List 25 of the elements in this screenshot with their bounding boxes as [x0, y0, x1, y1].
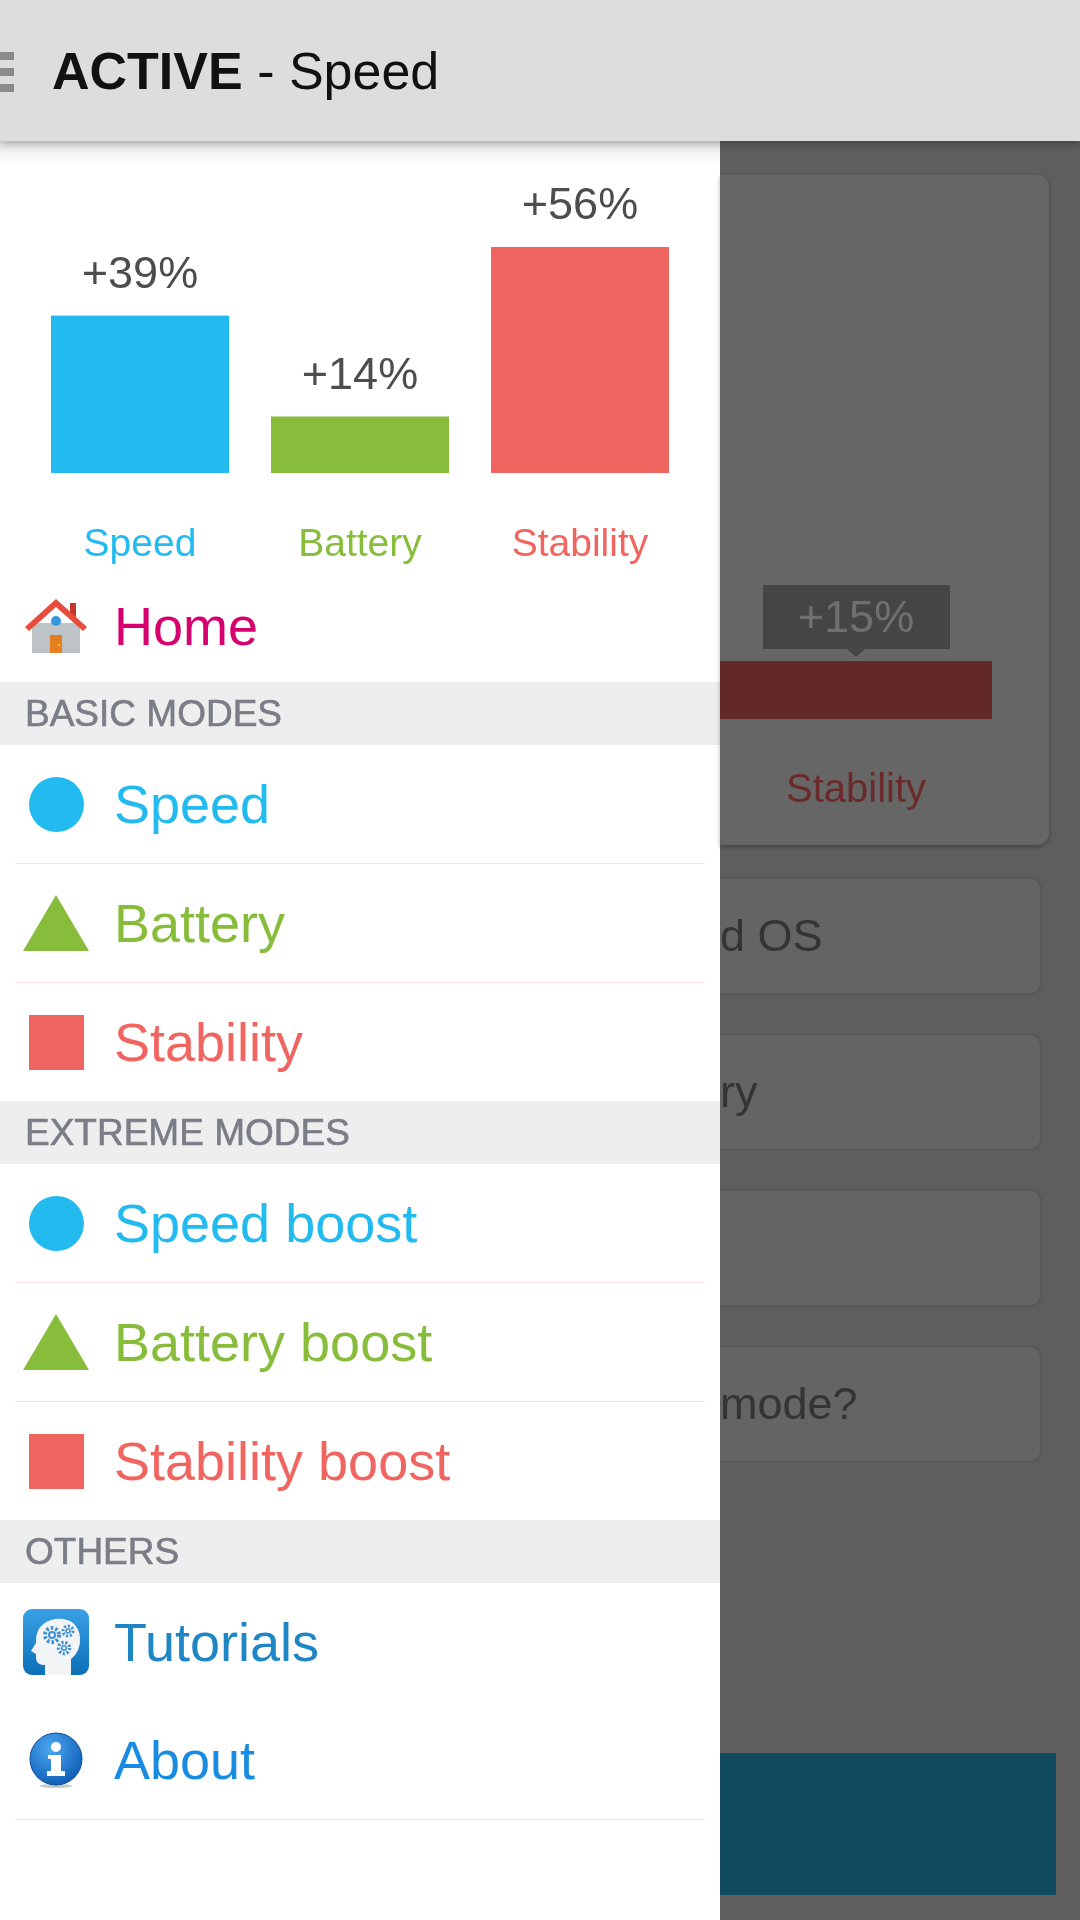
category-label: Stability — [785, 765, 927, 812]
menu-item[interactable]: Tutorials — [0, 1583, 720, 1701]
menu-item[interactable]: Speed — [0, 745, 720, 863]
category-label: Battery — [298, 521, 422, 564]
bar-value-label: +56% — [521, 178, 639, 229]
bar-value-label: +39% — [81, 246, 199, 298]
category-label: Stability — [511, 521, 649, 564]
menu-item[interactable]: Home — [0, 570, 720, 682]
section-header: OTHERS — [0, 1520, 720, 1583]
menu-item[interactable]: Stability boost — [0, 1402, 720, 1520]
section-header: EXTREME MODES — [0, 1101, 720, 1164]
bar-value-label: +14% — [301, 347, 419, 399]
screen-title: ACTIVE - Speed — [52, 40, 440, 101]
menu-item[interactable]: Speed boost — [0, 1164, 720, 1282]
menu-item[interactable]: About — [0, 1701, 720, 1819]
menu-item[interactable]: Battery boost — [0, 1283, 720, 1401]
house-icon — [25, 599, 87, 653]
tooltip-pointer-icon — [847, 649, 865, 657]
head-gears-icon — [23, 1609, 89, 1675]
menu-item[interactable]: Battery — [0, 864, 720, 982]
info-icon — [29, 1732, 83, 1788]
category-label: Speed — [83, 521, 197, 564]
section-header: BASIC MODES — [0, 682, 720, 745]
menu-icon[interactable] — [0, 51, 14, 92]
menu-item[interactable]: Stability — [0, 983, 720, 1101]
